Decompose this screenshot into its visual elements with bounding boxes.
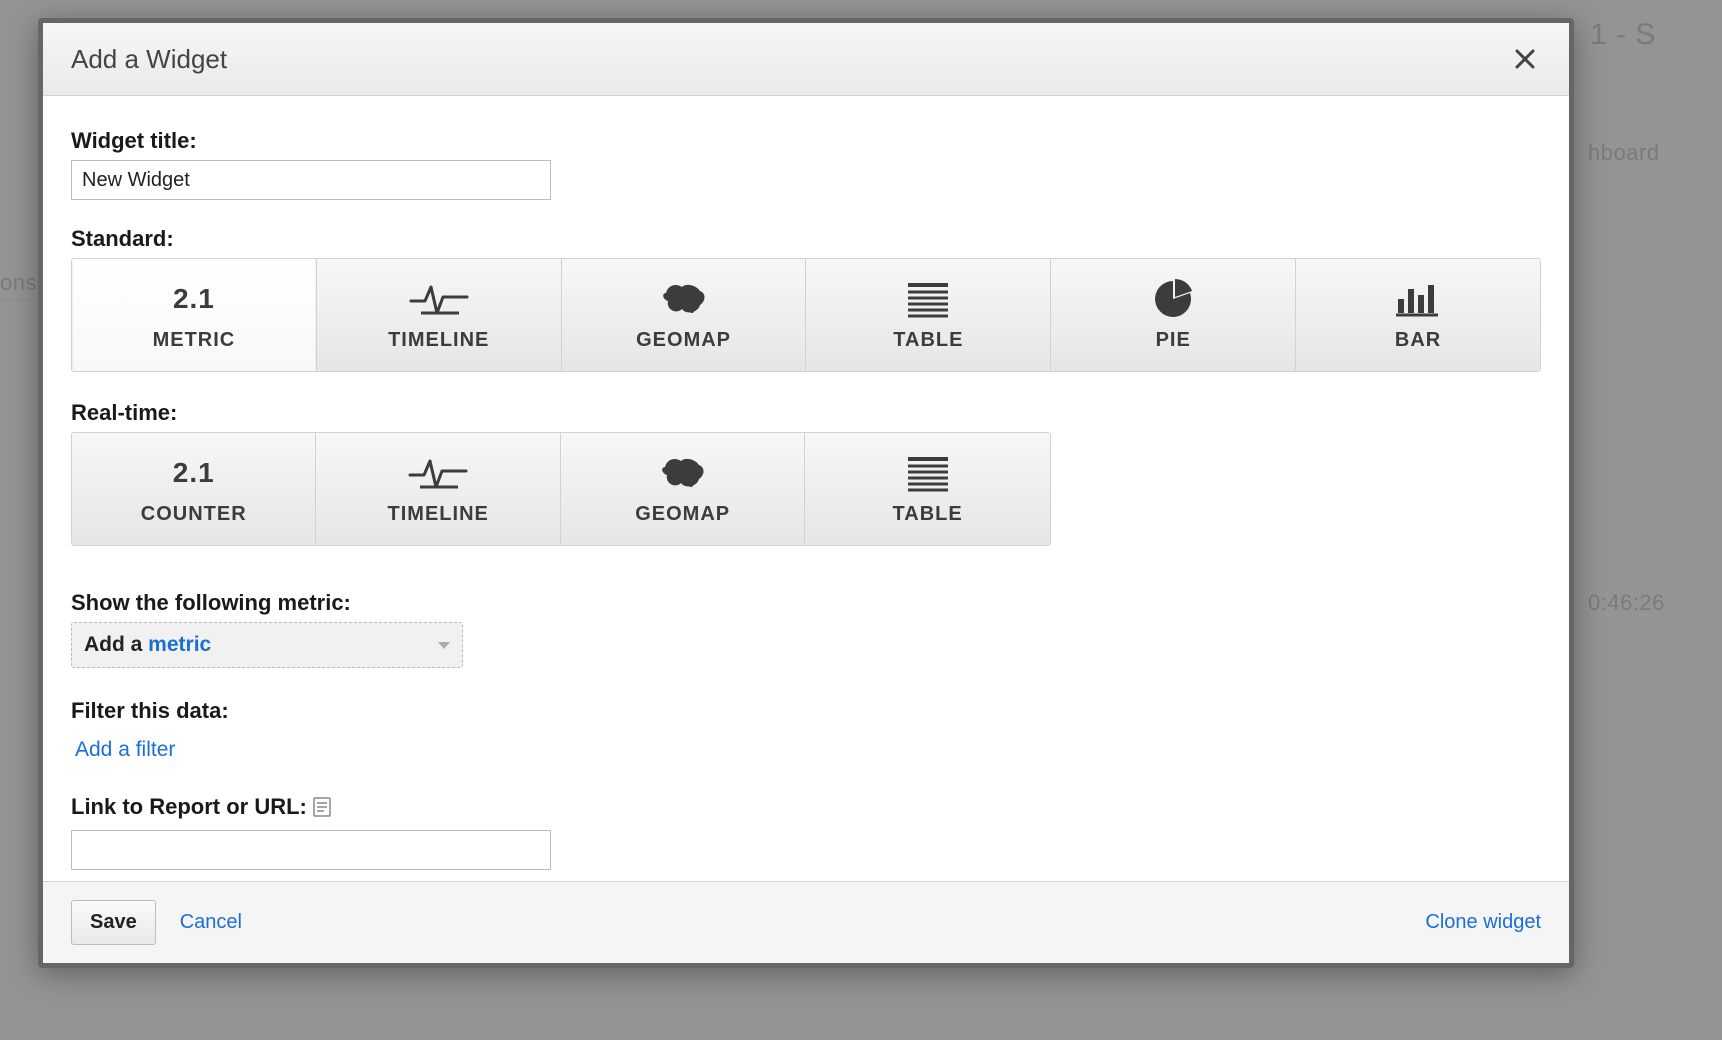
table-icon: [902, 453, 954, 493]
modal-header: Add a Widget: [43, 23, 1569, 96]
pie-icon: [1151, 279, 1195, 319]
save-button[interactable]: Save: [71, 900, 156, 945]
geomap-icon: [656, 279, 712, 319]
link-report-label: Link to Report or URL:: [71, 794, 307, 820]
filter-label: Filter this data:: [71, 698, 1541, 724]
tile-label: TIMELINE: [388, 329, 489, 352]
geomap-icon: [655, 453, 711, 493]
close-icon: [1514, 48, 1536, 70]
add-metric-text: Add a metric: [84, 633, 211, 657]
bar-icon: [1392, 279, 1444, 319]
tile-label: TIMELINE: [388, 503, 489, 526]
tile-geomap[interactable]: GEOMAP: [562, 259, 807, 371]
timeline-icon: [407, 279, 471, 319]
standard-tiles: 2.1 METRIC TIMELINE GEOMAP: [71, 258, 1541, 372]
tile-rt-timeline[interactable]: TIMELINE: [316, 433, 560, 545]
close-button[interactable]: [1503, 37, 1547, 81]
tile-bar[interactable]: BAR: [1296, 259, 1540, 371]
tile-pie[interactable]: PIE: [1051, 259, 1296, 371]
timeline-icon: [406, 453, 470, 493]
tile-table[interactable]: TABLE: [806, 259, 1051, 371]
tile-label: GEOMAP: [636, 329, 731, 352]
tile-label: METRIC: [153, 329, 236, 352]
tile-counter[interactable]: 2.1 COUNTER: [72, 433, 316, 545]
add-widget-modal: Add a Widget Widget title: Standard: 2.1…: [38, 18, 1574, 968]
clone-widget-link[interactable]: Clone widget: [1425, 911, 1541, 934]
link-url-input[interactable]: [71, 830, 551, 870]
modal-body: Widget title: Standard: 2.1 METRIC TIMEL…: [43, 96, 1569, 881]
tile-label: TABLE: [893, 329, 963, 352]
tile-rt-table[interactable]: TABLE: [805, 433, 1049, 545]
tile-metric[interactable]: 2.1 METRIC: [72, 259, 317, 371]
metric-section-label: Show the following metric:: [71, 590, 1541, 616]
add-metric-dropdown[interactable]: Add a metric: [71, 622, 463, 668]
tile-label: TABLE: [893, 503, 963, 526]
modal-footer: Save Cancel Clone widget: [43, 881, 1569, 963]
tile-timeline[interactable]: TIMELINE: [317, 259, 562, 371]
tile-label: COUNTER: [141, 503, 247, 526]
standard-label: Standard:: [71, 226, 1541, 252]
cancel-link[interactable]: Cancel: [180, 911, 242, 934]
modal-title: Add a Widget: [71, 44, 227, 75]
tile-label: GEOMAP: [635, 503, 730, 526]
realtime-tiles: 2.1 COUNTER TIMELINE GEOMAP: [71, 432, 1051, 546]
tile-label: PIE: [1156, 329, 1191, 352]
chevron-down-icon: [438, 642, 450, 649]
report-icon: [313, 797, 331, 817]
metric-number-icon: 2.1: [173, 279, 215, 319]
add-filter-link[interactable]: Add a filter: [71, 730, 179, 770]
tile-label: BAR: [1395, 329, 1441, 352]
widget-title-input[interactable]: [71, 160, 551, 200]
tile-rt-geomap[interactable]: GEOMAP: [561, 433, 805, 545]
widget-title-label: Widget title:: [71, 128, 1541, 154]
realtime-label: Real-time:: [71, 400, 1541, 426]
counter-number-icon: 2.1: [173, 453, 215, 493]
table-icon: [902, 279, 954, 319]
